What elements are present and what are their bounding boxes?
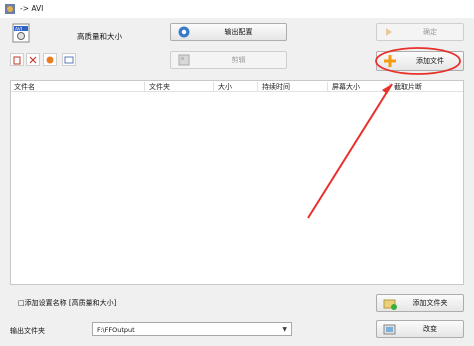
annotation-arrow — [307, 83, 393, 219]
highlight-circle — [375, 47, 461, 75]
annotation-arrowhead — [382, 84, 392, 94]
annotation-overlay — [307, 47, 461, 219]
